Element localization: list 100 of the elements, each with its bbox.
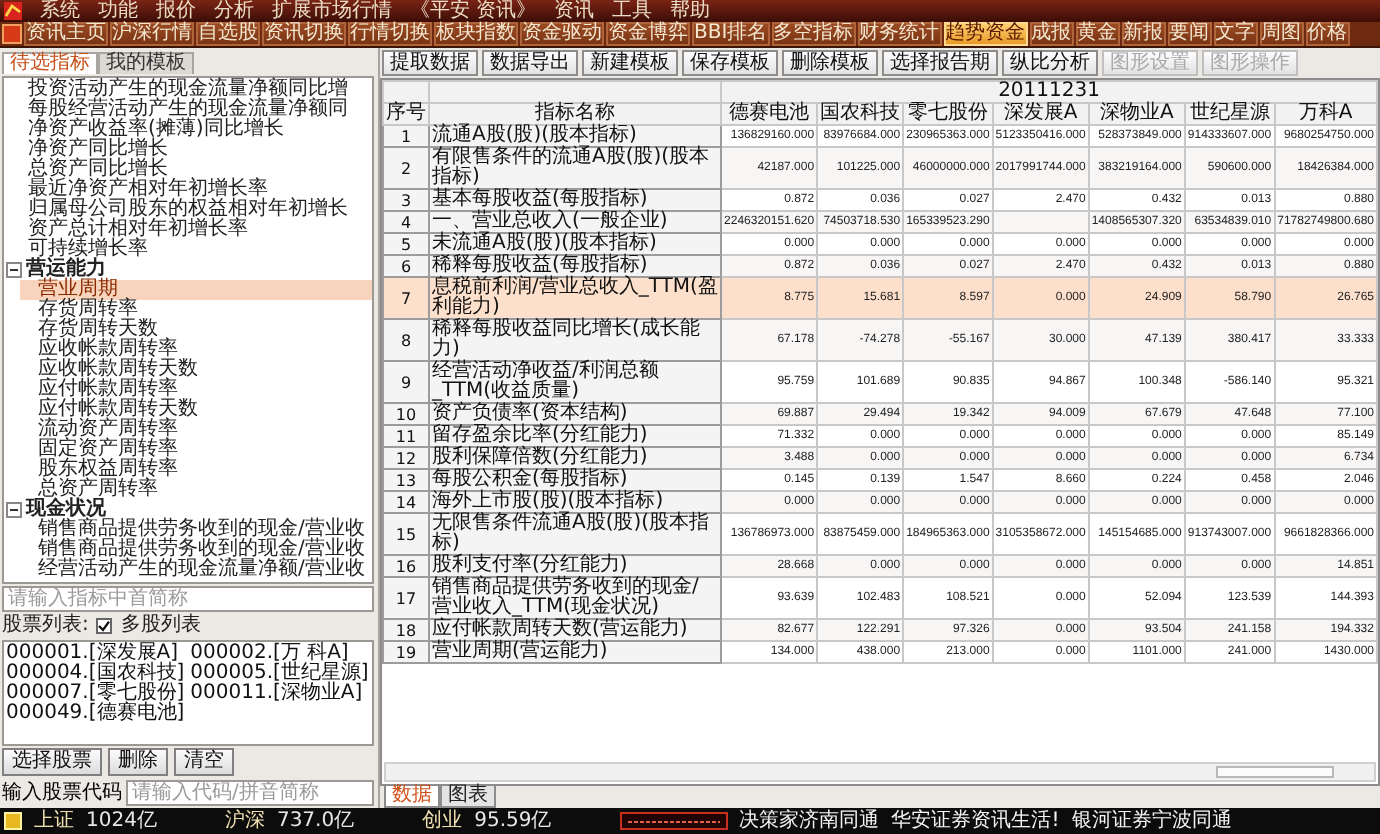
toolbar-tab[interactable]: 周图 [1259,22,1304,46]
toolbar-tab[interactable]: 资金博弈 [606,22,690,46]
toolbar-tab[interactable]: 行情切换 [348,22,432,46]
tree-item[interactable]: 应付帐款周转天数 [20,400,372,420]
toolbar-button[interactable]: 数据导出 [482,50,578,76]
column-header[interactable]: 深发展A [992,103,1089,125]
tree-group-label[interactable]: 营运能力 [26,260,106,280]
stock-list-item[interactable]: 000004.[国农科技] [6,664,185,684]
news-ticker-item[interactable]: 银河证券宁波同通 [1071,808,1232,834]
panel-tab[interactable]: 我的模板 [98,52,194,74]
toolbar-button[interactable]: 提取数据 [382,50,478,76]
tree-item[interactable]: 经营活动产生的现金流量净额/营业收 [20,560,372,580]
toolbar-tab[interactable]: 价格 [1305,22,1350,46]
tree-item[interactable]: 存货周转率 [20,300,372,320]
toolbar-tab[interactable]: 自选股 [196,22,260,46]
table-cell: 息税前利润/营业总收入_TTM(盈利能力) [429,277,722,319]
table-cell: 5 [383,233,429,255]
toolbar-tab[interactable]: 趋势资金 [943,22,1028,46]
toolbar-tab[interactable]: 文字 [1213,22,1258,46]
stock-list-item[interactable]: 000007.[零七股份] [6,684,185,704]
toolbar-button[interactable]: 选择报告期 [882,50,998,76]
stock-list-item[interactable]: 000005.[世纪星源] [190,664,369,684]
toolbar-button[interactable]: 保存模板 [682,50,778,76]
toolbar-tab[interactable]: 资讯切换 [262,22,346,46]
column-header[interactable]: 序号 [383,103,429,125]
column-header[interactable]: 深物业A [1088,103,1185,125]
tree-item[interactable]: 可持续增长率 [10,240,372,260]
tree-item[interactable]: 总资产周转率 [20,480,372,500]
status-icon [4,812,22,831]
menu-item[interactable]: 资讯 [554,0,595,22]
collapse-icon[interactable] [6,502,22,518]
column-header[interactable]: 世纪星源 [1184,103,1275,125]
toolbar-tab[interactable]: 黄金 [1075,22,1120,46]
panel-button[interactable]: 清空 [174,748,234,777]
menu-item[interactable]: 工具 [612,0,653,22]
tree-item[interactable]: 总资产同比增长 [10,160,372,180]
toolbar-tab[interactable]: 沪深行情 [110,22,194,46]
toolbar-tab[interactable]: 财务统计 [857,22,942,46]
tree-item[interactable]: 最近净资产相对年初增长率 [10,180,372,200]
tree-item[interactable]: 资产总计相对年初增长率 [10,220,372,240]
toolbar-tab[interactable]: 资金驱动 [520,22,604,46]
checkbox-label: 多股列表 [120,616,201,636]
toolbar-tab[interactable]: 成报 [1029,22,1074,46]
tree-item[interactable]: 净资产收益率(摊薄)同比增长 [10,120,372,140]
collapse-icon[interactable] [6,262,22,278]
menu-item[interactable]: 报价 [156,0,196,22]
column-header[interactable]: 国农科技 [817,103,904,125]
tree-item[interactable]: 销售商品提供劳务收到的现金/营业收 [20,540,372,560]
panel-tab[interactable]: 待选指标 [2,52,98,74]
tree-item[interactable]: 应收帐款周转天数 [20,360,372,380]
column-header[interactable]: 万科A [1274,103,1377,125]
toolbar-tab[interactable]: 要闻 [1167,22,1212,46]
app-logo-icon [4,2,22,20]
square-icon [2,24,22,44]
menu-item[interactable]: 功能 [98,0,138,22]
tree-item[interactable]: 流动资产周转率 [20,420,372,440]
toolbar-button[interactable]: 新建模板 [582,50,678,76]
table-cell: 股利保障倍数(分红能力) [429,447,722,469]
column-header[interactable]: 零七股份 [903,103,993,125]
tree-item[interactable]: 投资活动产生的现金流量净额同比增 [10,80,372,100]
stock-list-item[interactable]: 000011.[深物业A] [190,684,369,704]
tree-item[interactable]: 应收帐款周转率 [20,340,372,360]
stock-list-item[interactable]: 000049.[德赛电池] [6,704,185,724]
stock-list-item[interactable]: 000001.[深发展A] [6,644,185,664]
view-tab[interactable]: 数据 [384,786,440,809]
tree-item[interactable]: 存货周转天数 [20,320,372,340]
news-ticker-item[interactable]: 华安证券资讯生活! [891,808,1060,834]
search-field[interactable]: 请输入指标中首简称 [2,586,374,612]
news-ticker-item[interactable]: 决策家济南同通 [739,808,880,834]
tree-item[interactable]: 销售商品提供劳务收到的现金/营业收 [20,520,372,540]
toolbar-button[interactable]: 删除模板 [782,50,878,76]
menu-item[interactable]: 分析 [214,0,254,22]
toolbar-tab[interactable]: BBI排名 [692,22,770,46]
toolbar-button[interactable]: 纵比分析 [1002,50,1098,76]
toolbar-tab[interactable]: 资讯主页 [24,22,108,46]
stock-list-item[interactable]: 000002.[万 科A] [190,644,369,664]
table-cell: 每股公积金(每股指标) [429,469,722,491]
tree-item[interactable]: 应付帐款周转率 [20,380,372,400]
tree-item[interactable]: 净资产同比增长 [10,140,372,160]
panel-button[interactable]: 删除 [108,748,168,777]
panel-button[interactable]: 选择股票 [2,748,102,777]
tree-group-label[interactable]: 现金状况 [26,500,106,520]
toolbar-tab[interactable]: 板块指数 [434,22,518,46]
index-label: 创业 [422,808,463,834]
horizontal-scrollbar[interactable] [384,762,1376,783]
tree-item[interactable]: 营业周期 [20,280,372,300]
table-cell: 15 [383,513,429,555]
checkbox[interactable] [96,618,113,634]
tree-item[interactable]: 归属母公司股东的权益相对年初增长 [10,200,372,220]
tree-item[interactable]: 固定资产周转率 [20,440,372,460]
menu-item[interactable]: 帮助 [670,0,711,22]
column-header[interactable]: 指标名称 [429,103,722,125]
column-header[interactable]: 德赛电池 [721,103,818,125]
tree-item[interactable]: 股东权益周转率 [20,460,372,480]
toolbar-tab[interactable]: 新报 [1121,22,1166,46]
toolbar-tab[interactable]: 多空指标 [771,22,856,46]
check-icon [98,620,111,632]
view-tab[interactable]: 图表 [440,786,496,809]
table-cell: 经营活动净收益/利润总额_TTM(收益质量) [429,361,722,403]
tree-item[interactable]: 每股经营活动产生的现金流量净额同 [10,100,372,120]
